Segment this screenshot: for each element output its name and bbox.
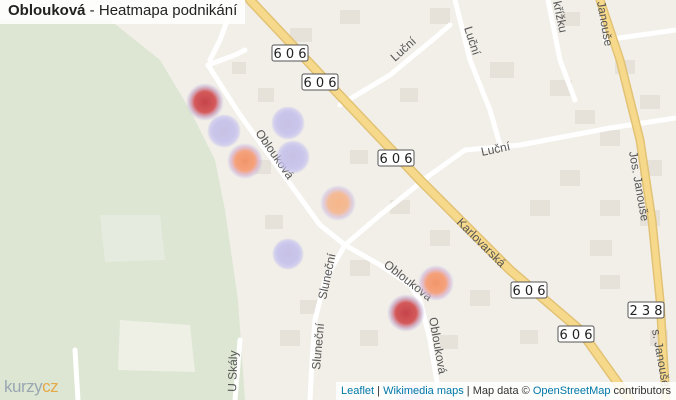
wikimedia-link[interactable]: Wikimedia maps: [383, 385, 464, 397]
attribution-contributors: contributors: [610, 385, 671, 397]
clearing: [100, 215, 165, 262]
attribution-separator: |: [374, 385, 384, 397]
svg-text:6 0 6: 6 0 6: [273, 47, 306, 62]
label-lucni: Luční: [480, 139, 512, 159]
clearing: [118, 320, 195, 372]
route-shield-606: 6 0 6: [301, 73, 339, 91]
leaflet-link[interactable]: Leaflet: [341, 385, 374, 397]
label-slunecni: Sluneční: [309, 322, 327, 370]
map[interactable]: Oblouková Oblouková Oblouková Luční Lučn…: [0, 0, 676, 400]
svg-text:2 3 8: 2 3 8: [629, 304, 662, 319]
label-u-skaly: U Skály: [225, 350, 240, 392]
svg-text:6 0 6: 6 0 6: [512, 284, 545, 299]
logo-text-b: cz: [42, 377, 59, 396]
label-lucni: Luční: [388, 34, 420, 64]
heat-point[interactable]: [227, 143, 263, 179]
attribution-text: | Map data ©: [463, 385, 533, 397]
title-separator: -: [85, 2, 99, 19]
svg-text:6 0 6: 6 0 6: [559, 328, 592, 343]
route-shield-606: 6 0 6: [557, 325, 595, 343]
heat-point[interactable]: [418, 265, 454, 301]
heat-point[interactable]: [271, 106, 305, 140]
heat-point[interactable]: [320, 185, 356, 221]
kurzy-logo[interactable]: kurzycz: [4, 377, 59, 397]
label-janouse: Janouše: [594, 0, 616, 47]
heat-point[interactable]: [207, 114, 241, 148]
map-attribution: Leaflet | Wikimedia maps | Map data © Op…: [336, 382, 676, 400]
map-title: Oblouková - Heatmapa podnikání: [0, 0, 246, 24]
label-janouse: s. Janouše: [649, 328, 673, 388]
route-shield-606: 6 0 6: [377, 149, 415, 167]
logo-text-a: kurzy: [4, 377, 43, 396]
label-slunecni: Sluneční: [315, 251, 339, 300]
route-shield-238: 2 3 8: [627, 301, 665, 319]
svg-text:6 0 6: 6 0 6: [379, 152, 412, 167]
route-shield-606: 6 0 6: [271, 44, 309, 62]
heat-point[interactable]: [387, 294, 425, 332]
route-shield-606: 6 0 6: [510, 281, 548, 299]
map-subtitle: Heatmapa podnikání: [98, 2, 238, 19]
heat-point[interactable]: [272, 238, 304, 270]
svg-text:6 0 6: 6 0 6: [303, 76, 336, 91]
osm-link[interactable]: OpenStreetMap: [533, 385, 611, 397]
label-karlovarska: Karlovarská: [454, 215, 509, 270]
street-name: Oblouková: [8, 2, 86, 19]
heat-point[interactable]: [276, 140, 310, 174]
